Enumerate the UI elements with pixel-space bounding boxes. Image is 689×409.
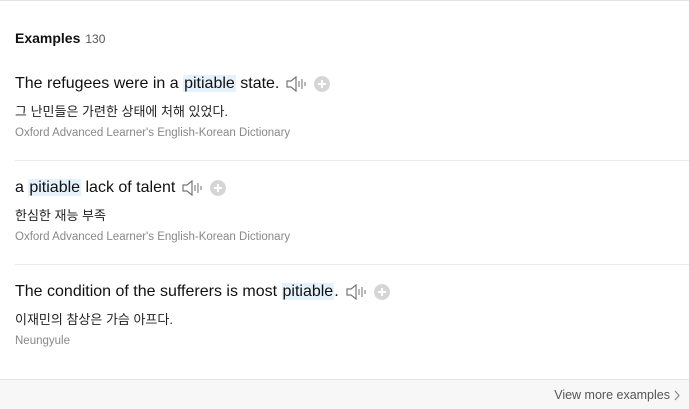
speaker-icon[interactable] [345,282,369,302]
example-item: a pitiable lack of talent 한심한 재능 부족 Oxfo… [15,160,689,265]
speaker-icon[interactable] [285,74,309,94]
example-item: The condition of the sufferers is most p… [15,264,689,368]
view-more-label: View more examples [554,388,670,402]
plus-circle-icon[interactable] [314,76,331,92]
example-translation: 이재민의 참상은 가슴 아프다. [15,312,173,327]
example-source: Oxford Advanced Learner's English-Korean… [15,127,291,139]
example-item: The refugees were in a pitiable state. 그… [15,56,689,161]
examples-panel: Examples 130 The refugees were in a piti… [0,0,689,409]
highlighted-keyword: pitiable [281,283,335,300]
example-sentence-row: The condition of the sufferers is most p… [15,280,390,304]
plus-circle-icon[interactable] [210,180,227,196]
section-header: Examples 130 [15,30,105,48]
section-title: Examples [15,30,81,46]
sentence-text-after: lack of talent [81,179,176,196]
sentence-text-before: a [15,179,29,196]
example-source: Neungyule [15,335,70,347]
example-translation: 한심한 재능 부족 [15,208,106,223]
sentence-text-before: The refugees were in a [15,75,184,92]
chevron-right-icon [674,390,680,400]
example-sentence: a pitiable lack of talent [15,179,175,197]
plus-circle-icon[interactable] [373,284,390,300]
example-source: Oxford Advanced Learner's English-Korean… [15,231,291,243]
example-sentence: The condition of the sufferers is most p… [15,283,339,301]
example-sentence-row: a pitiable lack of talent [15,176,227,200]
example-sentence: The refugees were in a pitiable state. [15,75,279,93]
sentence-text-after: state. [235,75,280,92]
speaker-icon[interactable] [181,178,205,198]
example-count: 130 [85,32,106,46]
sentence-text-after: . [334,283,339,300]
view-more-examples-link[interactable]: View more examples [554,388,681,402]
highlighted-keyword: pitiable [183,75,236,92]
highlighted-keyword: pitiable [28,179,82,196]
sentence-text-before: The condition of the sufferers is most [15,283,282,300]
example-translation: 그 난민들은 가련한 상태에 처해 있었다. [15,104,229,119]
example-sentence-row: The refugees were in a pitiable state. [15,72,331,96]
examples-footer: View more examples [0,379,689,409]
